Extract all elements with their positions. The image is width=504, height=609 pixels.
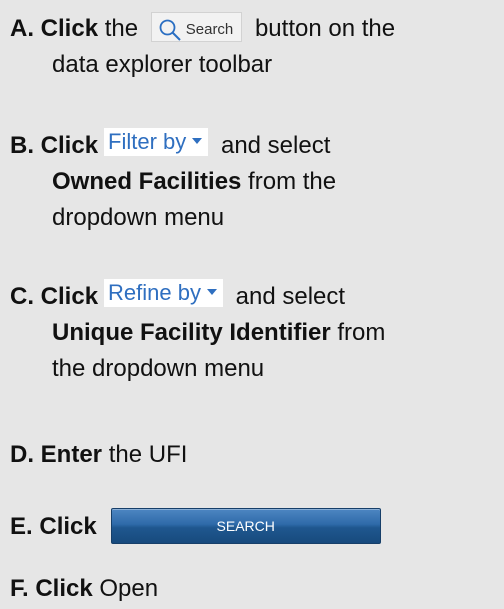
step-letter: C. [10,283,34,310]
step-text-line2: data explorer toolbar [52,51,273,78]
search-icon [159,19,181,42]
refine-by-label: Refine by [108,280,201,305]
step-action: Click [40,283,99,310]
menu-option-name: Unique Facility Identifier [52,319,331,346]
step-text-line3: dropdown menu [52,204,225,231]
step-action: Click [40,15,99,42]
step-action: Click [40,132,99,159]
search-button[interactable]: SEARCH [110,507,381,544]
step-f: F. Click Open [10,571,158,607]
step-text-line2: Owned Facilities from the [10,164,336,200]
step-text-line2: Unique Facility Identifier from [10,315,385,351]
step-action: Click [35,575,93,602]
step-text: from the [241,168,337,195]
step-letter: F. [10,575,29,602]
step-letter: B. [10,132,34,159]
step-text: from [330,319,386,346]
step-text: and select [229,283,346,310]
step-text-line3: the dropdown menu [52,355,265,382]
filter-by-dropdown[interactable]: Filter by [104,128,209,156]
step-e: E. Click SEARCH [10,507,381,546]
step-c: C. Click Refine by and select Unique Faci… [10,279,385,387]
step-action: Enter [40,441,103,468]
step-letter: E. [10,513,33,540]
step-letter: A. [10,15,34,42]
step-text: button on the [248,15,396,42]
menu-option-name: Owned Facilities [52,168,242,195]
step-text: and select [214,132,331,159]
filter-by-label: Filter by [108,129,187,154]
step-b: B. Click Filter by and select Owned Facil… [10,128,336,236]
step-a: A. Click the Search button on the data e… [10,11,395,83]
step-d: D. Enter the UFI [10,437,187,473]
refine-by-dropdown[interactable]: Refine by [104,279,223,307]
caret-down-icon [207,289,217,296]
step-letter: D. [10,441,34,468]
step-action: Click [39,513,97,540]
step-text: the UFI [102,441,188,468]
search-toolbar-label: Search [185,21,234,39]
caret-down-icon [192,138,203,145]
search-toolbar-button[interactable]: Search [150,11,243,42]
step-text: the [98,15,145,42]
step-text: Open [92,575,159,602]
